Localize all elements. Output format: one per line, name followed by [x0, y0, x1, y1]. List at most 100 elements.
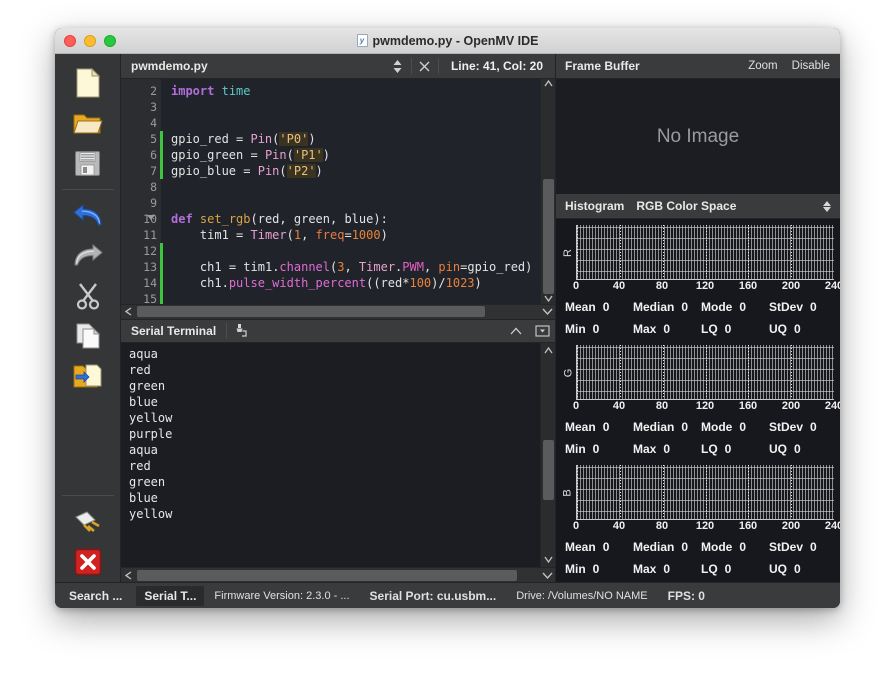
terminal-scroll-right-icon[interactable] — [540, 568, 555, 583]
stat-value: 0 — [663, 562, 671, 576]
scroll-right-icon[interactable] — [540, 304, 555, 319]
editor-code[interactable]: import time gpio_red = Pin('P0') gpio_gre… — [161, 79, 540, 304]
axis-tick-label: 0 — [572, 280, 580, 292]
axis-tick-label: 160 — [738, 520, 758, 532]
histogram-plot[interactable] — [576, 345, 834, 400]
popout-icon[interactable] — [529, 318, 555, 343]
horizontal-scroll-thumb[interactable] — [137, 306, 485, 317]
histogram-plot[interactable] — [576, 225, 834, 280]
scroll-up-icon[interactable] — [541, 79, 556, 89]
open-file-icon[interactable] — [66, 103, 110, 143]
terminal-line: aqua — [129, 442, 158, 457]
terminal-vertical-scrollbar[interactable] — [540, 342, 556, 567]
channel-axis-label: R — [561, 248, 574, 257]
chevron-up-icon[interactable] — [503, 318, 529, 343]
serial-terminal-button[interactable]: Serial T... — [136, 585, 205, 606]
terminal-scroll-up-icon[interactable] — [541, 343, 556, 358]
stat-key: Mode — [701, 420, 733, 434]
terminal-h-scroll-thumb[interactable] — [137, 569, 517, 581]
tab-switch-stepper-icon[interactable] — [385, 54, 411, 79]
stat-key: Mode — [701, 540, 733, 554]
color-space-stepper-icon[interactable] — [823, 200, 840, 212]
firmware-version: Firmware Version: 2.3.0 - ... — [214, 589, 350, 602]
stat-key: Mode — [701, 300, 733, 314]
gutter-line: 9 — [150, 196, 157, 210]
frame-buffer-disable-button[interactable]: Disable — [792, 60, 840, 72]
terminal-scroll-track[interactable] — [542, 357, 554, 552]
editor-scroll-track[interactable] — [542, 88, 554, 294]
histogram-stats: Mean 0 Median 0 Mode 0 StDev 0 Min 0 Max 0 LQ 0 UQ 0 — [562, 535, 834, 580]
stat-median: Median 0 — [633, 420, 701, 434]
minimize-window-button[interactable] — [84, 34, 96, 47]
close-tab-icon[interactable] — [412, 54, 438, 79]
editor-horizontal-scrollbar[interactable] — [121, 303, 555, 319]
stat-mean: Mean 0 — [565, 420, 633, 434]
stat-key: Min — [565, 322, 586, 336]
window-titlebar: y pwmdemo.py - OpenMV IDE — [55, 28, 840, 54]
scroll-left-icon[interactable] — [121, 304, 136, 319]
stat-key: LQ — [701, 442, 718, 456]
terminal-line: blue — [129, 490, 158, 505]
tab-pwmdemo[interactable]: pwmdemo.py — [121, 59, 385, 73]
undo-icon[interactable] — [66, 196, 110, 236]
close-window-button[interactable] — [64, 34, 76, 47]
zoom-window-button[interactable] — [104, 34, 116, 47]
fold-triangle-icon[interactable] — [147, 215, 155, 220]
code-line: ch1 = tim1.channel(3, Timer.PWM, pin=gpi… — [199, 260, 533, 274]
axis-tick-label: 120 — [695, 400, 715, 412]
connect-plug-icon[interactable] — [66, 502, 110, 542]
stat-value: 0 — [810, 420, 817, 434]
stats-row: Min 0 Max 0 LQ 0 UQ 0 — [565, 438, 831, 460]
terminal-scroll-down-icon[interactable] — [541, 552, 556, 567]
save-file-icon[interactable] — [66, 143, 110, 183]
redo-icon[interactable] — [66, 236, 110, 276]
stat-max: Max 0 — [633, 322, 701, 336]
axis-tick-label: 40 — [612, 400, 626, 412]
axis-tick-label: 80 — [655, 280, 669, 292]
serial-terminal-output[interactable]: aqua red green blue yellow purple aqua red green… — [121, 343, 540, 568]
frame-buffer-view[interactable]: No Image — [556, 79, 840, 194]
axis-tick-label: 80 — [655, 520, 669, 532]
stop-icon[interactable] — [66, 542, 110, 582]
histogram-plot-row: R — [560, 225, 834, 280]
terminal-scroll-thumb[interactable] — [542, 439, 554, 500]
terminal-horizontal-scrollbar[interactable] — [121, 567, 555, 582]
histogram-plot-row: G — [560, 345, 834, 400]
cut-icon[interactable] — [66, 276, 110, 316]
paste-icon[interactable] — [66, 356, 110, 396]
histogram-plot[interactable] — [576, 465, 834, 520]
openmv-ide-window: y pwmdemo.py - OpenMV IDE pwmdemo.py Lin… — [55, 28, 840, 608]
stat-value: 0 — [794, 322, 801, 336]
new-file-icon[interactable] — [66, 63, 110, 103]
serial-terminal-title: Serial Terminal — [131, 323, 217, 338]
gutter-line: 8 — [150, 180, 157, 194]
stat-value: 0 — [602, 540, 610, 554]
stat-lq: LQ 0 — [701, 322, 769, 336]
editor-vertical-scrollbar[interactable] — [540, 79, 555, 304]
histogram-stats: Mean 0 Median 0 Mode 0 StDev 0 Min 0 Max 0 LQ 0 UQ 0 — [562, 295, 834, 340]
gutter-line: 12 — [121, 243, 163, 259]
color-space-select[interactable]: RGB Color Space — [624, 199, 823, 213]
traffic-lights — [55, 34, 116, 47]
frame-buffer-zoom-button[interactable]: Zoom — [748, 60, 791, 72]
terminal-scroll-left-icon[interactable] — [121, 568, 136, 583]
code-line: tim1 = Timer(1, freq=1000) — [199, 228, 388, 242]
stat-uq: UQ 0 — [769, 562, 801, 576]
serial-port-status[interactable]: Serial Port: cu.usbm... — [360, 589, 507, 603]
editor-scroll-thumb[interactable] — [542, 178, 554, 294]
stat-lq: LQ 0 — [701, 562, 769, 576]
histogram-title: Histogram — [565, 199, 625, 213]
axis-tick-label: 240 — [824, 400, 840, 412]
stat-value: 0 — [592, 562, 600, 576]
search-button[interactable]: Search ... — [61, 586, 130, 606]
stat-key: Min — [565, 562, 586, 576]
clear-terminal-icon[interactable] — [227, 318, 253, 343]
copy-icon[interactable] — [66, 316, 110, 356]
axis-tick-label: 200 — [781, 520, 801, 532]
stat-value: 0 — [810, 540, 817, 554]
stat-value: 0 — [794, 442, 801, 456]
scroll-down-icon[interactable] — [541, 294, 556, 304]
histogram-channel-r: R04080120160200240Mean0Median0Mode0StDev… — [556, 223, 840, 343]
channel-axis-label: B — [562, 488, 574, 497]
histogram-x-axis: 0 40 80 120 160 200 240 — [572, 280, 840, 295]
